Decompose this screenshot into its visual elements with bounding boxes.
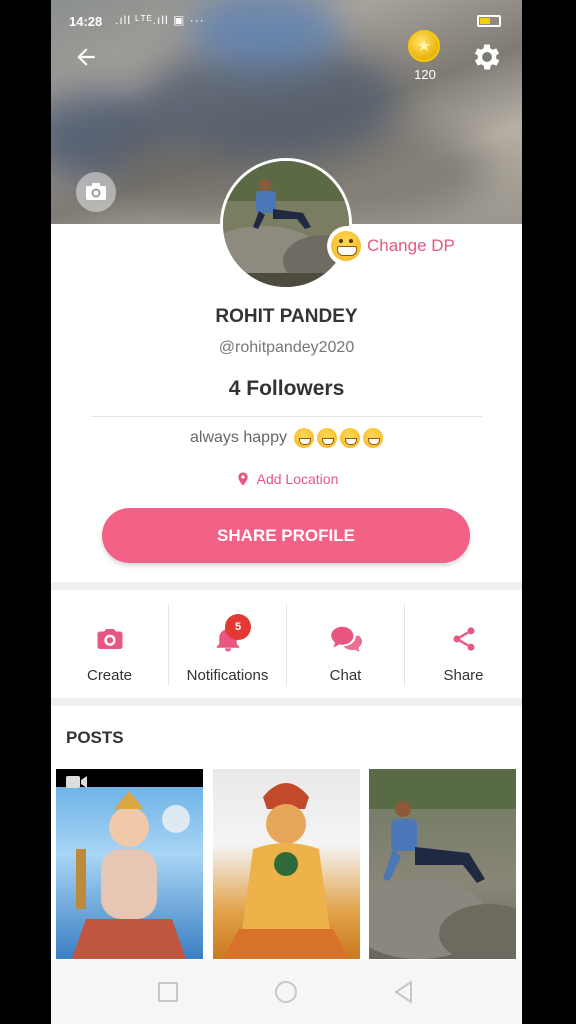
divider <box>91 416 482 417</box>
post-thumbnail[interactable] <box>369 769 516 959</box>
posts-heading: POSTS <box>66 728 124 747</box>
notifications-button[interactable]: 5 Notifications <box>169 604 287 686</box>
recent-apps-icon[interactable] <box>155 979 181 1005</box>
add-location-label: Add Location <box>256 471 339 487</box>
system-nav-bar <box>51 960 522 1024</box>
signal-icon: .ıll ᴸᵀᴱ.ıll ▣ ··· <box>115 13 205 27</box>
gear-icon <box>474 44 500 70</box>
profile-name: ROHIT PANDEY <box>215 306 358 327</box>
create-label: Create <box>86 667 133 684</box>
change-cover-button[interactable] <box>76 172 116 212</box>
profile-handle: @rohitpandey2020 <box>218 339 355 356</box>
battery-icon <box>477 15 501 27</box>
profile-bio: always happy <box>51 428 522 448</box>
settings-button[interactable] <box>470 40 504 74</box>
arrow-left-icon <box>77 48 95 66</box>
section-divider <box>51 582 522 590</box>
create-button[interactable]: Create <box>51 604 169 686</box>
section-divider <box>51 698 522 706</box>
add-location-link[interactable]: Add Location <box>51 470 522 488</box>
notification-badge: 5 <box>225 614 251 640</box>
share-label: Share <box>443 667 484 684</box>
post-image <box>369 769 516 959</box>
followers-count[interactable]: 4 Followers <box>51 377 522 401</box>
smile-emoji-icon <box>316 428 337 448</box>
share-profile-button[interactable]: SHARE PROFILE <box>102 508 470 563</box>
coin-count: 120 <box>414 67 436 82</box>
chat-button[interactable]: Chat <box>287 604 405 686</box>
profile-screen: 14:28 .ıll ᴸᵀᴱ.ıll ▣ ··· 120 <box>51 0 522 1024</box>
share-icon <box>453 627 474 651</box>
smile-emoji-icon <box>293 428 314 448</box>
grin-emoji-icon <box>331 231 361 261</box>
home-icon[interactable] <box>273 979 299 1005</box>
avatar[interactable] <box>220 158 352 290</box>
share-button[interactable]: Share <box>405 604 522 686</box>
camera-icon <box>86 183 106 200</box>
chat-icon <box>330 626 362 652</box>
avatar-photo <box>223 161 349 287</box>
post-image <box>72 791 190 959</box>
back-button[interactable] <box>73 44 103 74</box>
back-nav-icon[interactable] <box>391 979 417 1005</box>
status-bar: 14:28 .ıll ᴸᵀᴱ.ıll ▣ ··· <box>51 0 522 40</box>
location-pin-icon <box>237 472 248 486</box>
post-thumbnail[interactable] <box>213 769 360 959</box>
camera-icon <box>97 629 122 649</box>
bio-text: always happy <box>190 429 287 446</box>
smile-emoji-icon <box>362 428 383 448</box>
post-image <box>223 783 350 959</box>
post-thumbnail[interactable] <box>56 769 203 959</box>
chat-label: Chat <box>329 667 362 684</box>
coin-icon[interactable] <box>408 30 440 62</box>
action-bar: Create 5 Notifications Chat Share <box>51 592 522 698</box>
change-dp-button[interactable]: Change DP <box>327 226 471 266</box>
smile-emoji-icon <box>339 428 360 448</box>
status-time: 14:28 <box>69 14 103 29</box>
change-dp-label: Change DP <box>367 236 455 255</box>
posts-grid <box>56 769 517 959</box>
notifications-label: Notifications <box>186 667 269 684</box>
